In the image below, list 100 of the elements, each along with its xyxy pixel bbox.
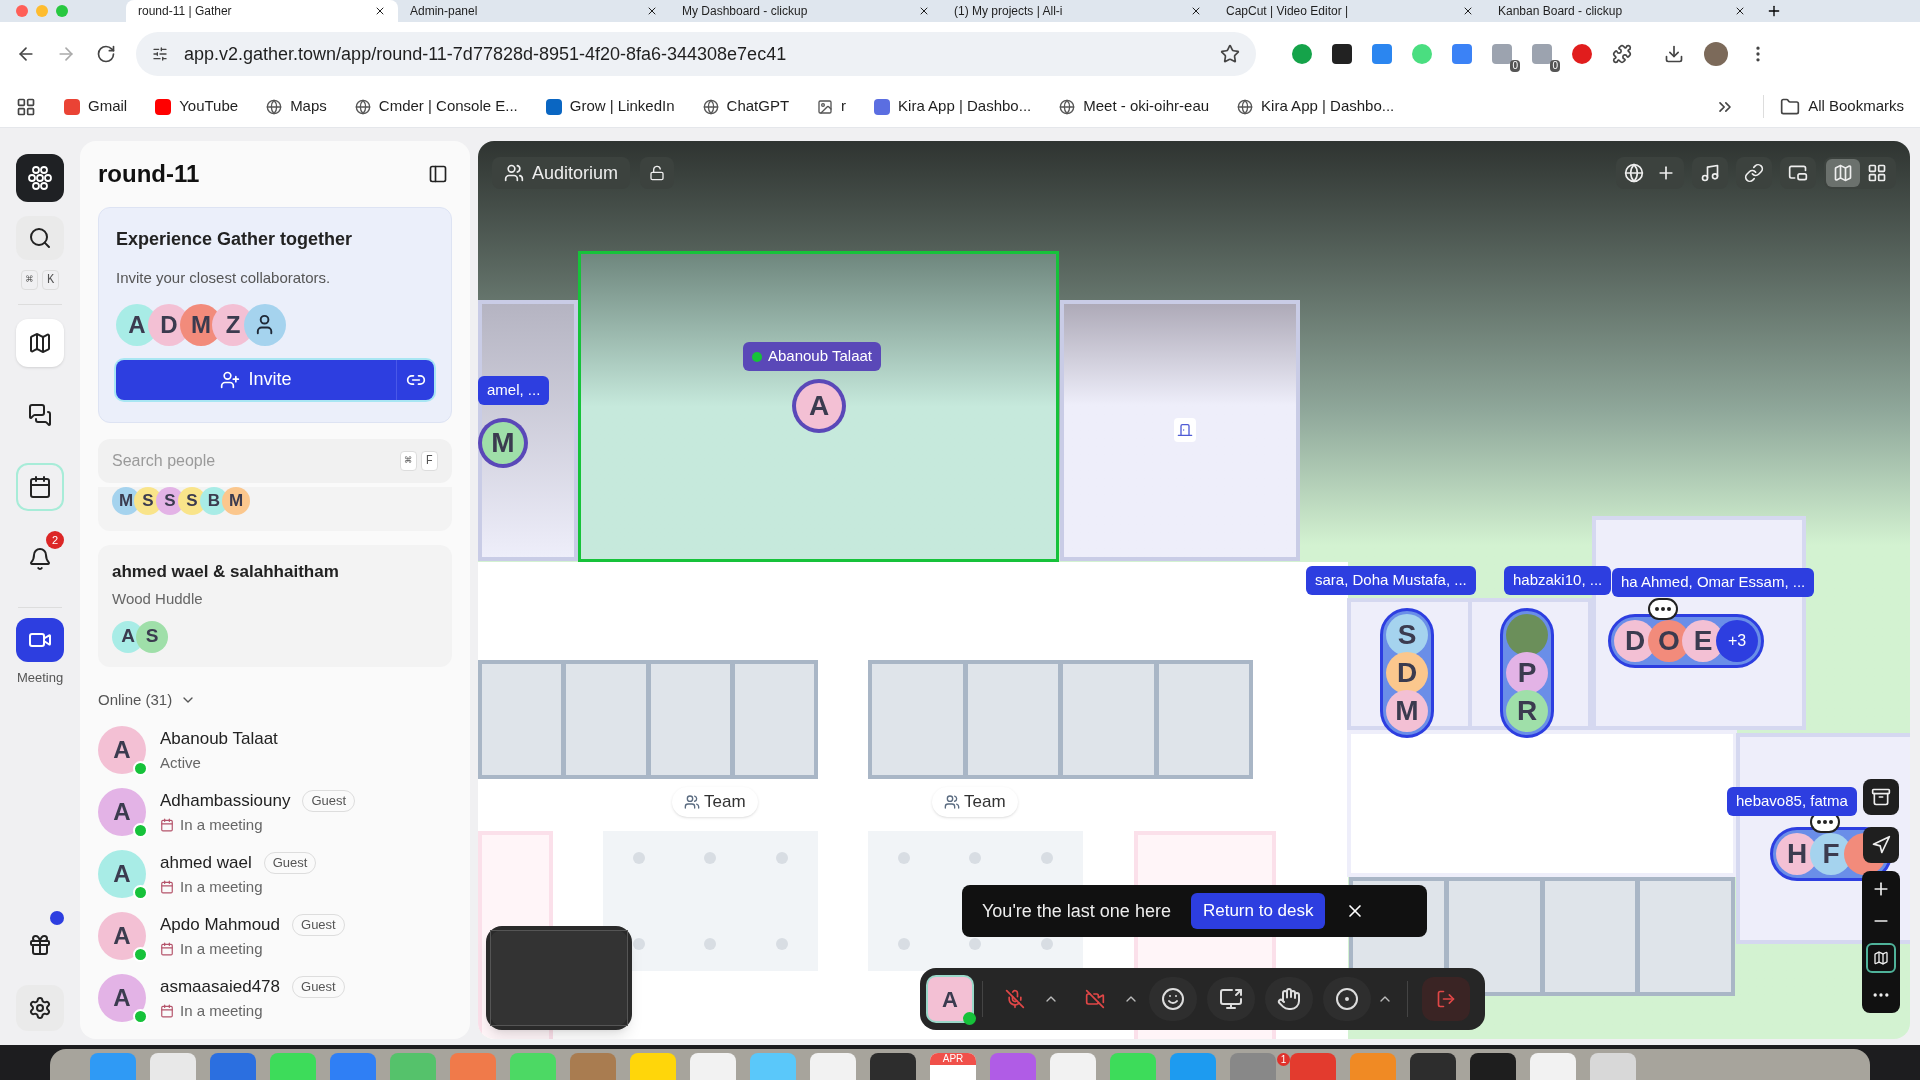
- space-title: round-11: [98, 159, 200, 189]
- browser-tab[interactable]: (1) My projects | All-i: [942, 0, 1214, 22]
- locate-button[interactable]: [1863, 827, 1899, 863]
- person-name: Apdo Mahmoud: [160, 914, 281, 936]
- calendar-app-icon[interactable]: APR: [930, 1053, 976, 1080]
- screen-share-button[interactable]: [1207, 977, 1255, 1021]
- online-section-toggle[interactable]: Online (31): [98, 688, 452, 711]
- close-tab-icon[interactable]: [1734, 5, 1746, 17]
- close-tab-icon[interactable]: [918, 5, 930, 17]
- bookmark-link[interactable]: r: [817, 95, 847, 118]
- raise-hand-button[interactable]: [1265, 977, 1313, 1021]
- avatar: M: [222, 486, 250, 515]
- calendar-icon: [160, 817, 174, 832]
- address-bar[interactable]: app.v2.gather.town/app/round-11-7d77828d-8951-4f20-8fa6-344308e7ec41: [136, 32, 1256, 76]
- logo-icon[interactable]: [16, 154, 64, 202]
- avatar-group[interactable]: D O E +3: [1608, 614, 1764, 668]
- huddle-card[interactable]: ahmed wael & salahhaitham Wood Huddle A S: [98, 544, 452, 667]
- panel-toggle-icon[interactable]: [428, 164, 448, 184]
- unlocked-icon: [649, 165, 666, 181]
- avatar: A: [98, 850, 146, 898]
- search-button[interactable]: [16, 216, 64, 260]
- person-row[interactable]: A Abanoub Talaat Active: [98, 719, 452, 781]
- new-tab-icon[interactable]: [1766, 3, 1782, 19]
- object-button[interactable]: [1863, 779, 1899, 815]
- close-tab-icon[interactable]: [1190, 5, 1202, 17]
- settings-button[interactable]: [16, 985, 64, 1031]
- globe-icon: [1059, 98, 1076, 115]
- calendar-icon: [28, 475, 52, 499]
- map-view-button[interactable]: [1826, 159, 1860, 187]
- bookmark-link[interactable]: YouTube: [155, 95, 239, 118]
- all-bookmarks-link[interactable]: All Bookmarks: [1763, 95, 1904, 118]
- person-name: Abanoub Talaat: [160, 728, 278, 750]
- calendar-icon: [160, 879, 174, 894]
- search-icon: [28, 226, 52, 250]
- bookmark-link[interactable]: ChatGPT: [702, 95, 790, 118]
- map-canvas[interactable]: Team Team M A S D M P R D O E +3 H F amel, ... Abanoub Talaat sara, Doha Mustafa, ... habzaki10, ... ha Ahmed, Omar Essam, ... hebavo85, fatma Auditorium You're the last one here Return to desk A: [478, 141, 1910, 1039]
- bookmark-link[interactable]: Kira App | Dashbo...: [874, 95, 1032, 118]
- browser-tab[interactable]: My Dashboard - clickup: [670, 0, 942, 22]
- chat-bubbles-icon: [28, 403, 52, 427]
- huddle-title: ahmed wael & salahhaitham: [112, 560, 340, 583]
- extension-icon[interactable]: [1572, 44, 1592, 64]
- browser-tab[interactable]: Admin-panel: [398, 0, 670, 22]
- huddle-subtitle: Wood Huddle: [112, 589, 204, 609]
- bookmark-link[interactable]: Grow | LinkedIn: [545, 95, 675, 118]
- leave-button[interactable]: [1422, 977, 1470, 1021]
- bookmark-star-icon[interactable]: [1220, 44, 1240, 64]
- person-row[interactable]: A Apdo Mahmoud Guest In a meeting: [98, 905, 452, 967]
- card-title: Experience Gather together: [116, 228, 354, 251]
- avatar: P: [1506, 652, 1548, 694]
- download-icon[interactable]: [1664, 44, 1684, 64]
- person-row[interactable]: A asmaasaied478 Guest In a meeting: [98, 967, 452, 1029]
- map-icon: [1833, 163, 1853, 183]
- person-name: Adhambassiouny: [160, 790, 291, 812]
- rail-nav-button[interactable]: [16, 319, 64, 367]
- close-tab-icon[interactable]: [374, 5, 386, 17]
- avatar-group[interactable]: P R: [1500, 608, 1554, 738]
- extension-icon[interactable]: [1332, 44, 1352, 64]
- avatar: A: [98, 726, 146, 774]
- favicon-icon: [874, 98, 891, 115]
- name-tag: hebavo85, fatma: [1727, 787, 1857, 816]
- person-row[interactable]: A Adhambassiouny Guest In a meeting: [98, 781, 452, 843]
- return-to-desk-button[interactable]: Return to desk: [1190, 893, 1326, 929]
- reload-icon[interactable]: [96, 44, 116, 64]
- avatar: S: [1386, 614, 1428, 656]
- rail-nav-button[interactable]: [16, 463, 64, 511]
- site-info-icon[interactable]: [152, 46, 168, 62]
- record-button[interactable]: [1323, 977, 1371, 1021]
- shortcut-key: K: [42, 270, 60, 290]
- close-tab-icon[interactable]: [1462, 5, 1474, 17]
- browser-tab[interactable]: round-11 | Gather: [126, 0, 398, 22]
- reaction-button[interactable]: [1149, 977, 1197, 1021]
- profile-avatar[interactable]: [1704, 42, 1728, 66]
- extensions-icon[interactable]: [1612, 44, 1632, 64]
- self-avatar[interactable]: A: [928, 977, 972, 1021]
- bookmark-link[interactable]: Gmail: [64, 95, 128, 118]
- room-name-button[interactable]: Auditorium: [492, 157, 631, 189]
- close-tab-icon[interactable]: [646, 5, 658, 17]
- globe-icon: [702, 98, 719, 115]
- avatar-group[interactable]: S D M: [1380, 608, 1434, 738]
- door-icon[interactable]: [1174, 418, 1196, 442]
- bookmark-link[interactable]: Kira App | Dashbo...: [1237, 95, 1395, 118]
- leave-icon: [1436, 989, 1456, 1009]
- gift-icon[interactable]: [28, 933, 52, 957]
- name-tag: sara, Doha Mustafa, ...: [1306, 566, 1476, 595]
- video-preview-tile[interactable]: [486, 926, 632, 1030]
- bookmark-link[interactable]: Cmder | Console E...: [354, 95, 518, 118]
- meeting-button[interactable]: [16, 618, 64, 662]
- browser-tab[interactable]: Kanban Board - clickup: [1486, 0, 1758, 22]
- music-icon: [1700, 163, 1720, 183]
- meeting-label: Meeting: [16, 669, 64, 687]
- person-status: In a meeting: [180, 876, 263, 897]
- apps-icon[interactable]: [16, 96, 36, 117]
- name-tag: ha Ahmed, Omar Essam, ...: [1612, 568, 1815, 597]
- person-row[interactable]: A ahmed wael Guest In a meeting: [98, 843, 452, 905]
- browser-tab[interactable]: CapCut | Video Editor |: [1214, 0, 1486, 22]
- team-label: Team: [932, 787, 1018, 817]
- picture-in-picture-icon: [1788, 163, 1808, 183]
- bookmark-link[interactable]: Maps: [266, 95, 327, 118]
- minimap-button[interactable]: [1866, 943, 1896, 973]
- bookmark-link[interactable]: Meet - oki-oihr-eau: [1059, 95, 1210, 118]
